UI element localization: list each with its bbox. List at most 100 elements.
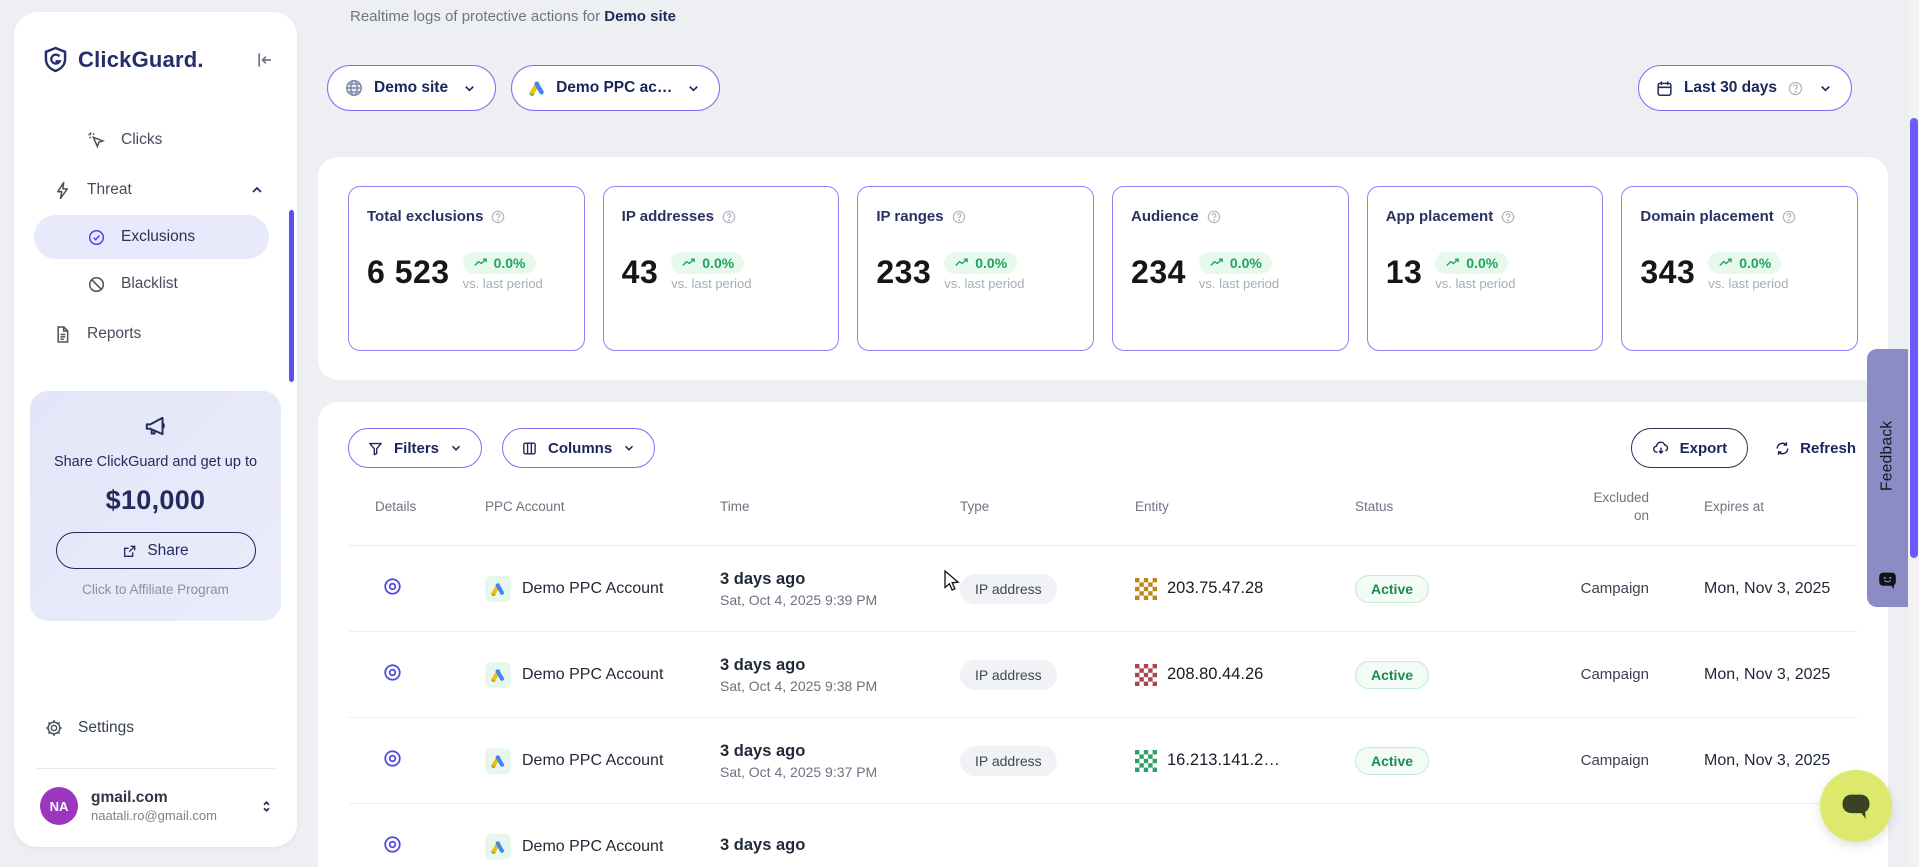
stat-label: IP addresses — [622, 208, 714, 225]
promo-title: Share ClickGuard and get up to — [44, 452, 267, 473]
chevron-down-icon — [449, 441, 463, 455]
sidebar-item-label: Exclusions — [121, 228, 195, 246]
view-details-eye-icon[interactable] — [382, 576, 403, 597]
stat-card-ip-ranges: IP ranges 233 0.0% vs. last period — [857, 186, 1094, 351]
stat-caption: vs. last period — [671, 276, 751, 291]
status-badge: Active — [1355, 747, 1429, 775]
exclusions-log-card: Filters Columns Export Refresh — [318, 402, 1888, 867]
user-meta: gmail.com naatali.ro@gmail.com — [91, 788, 217, 824]
refresh-button[interactable]: Refresh — [1774, 440, 1856, 457]
feedback-chat-icon — [1877, 570, 1898, 591]
page-scrollbar-thumb[interactable] — [1910, 118, 1918, 558]
sidebar-item-clicks[interactable]: Clicks — [14, 115, 297, 165]
columns-dropdown[interactable]: Columns — [502, 428, 655, 468]
type-badge: IP address — [960, 746, 1057, 776]
view-details-eye-icon[interactable] — [382, 748, 403, 769]
excluded-on-cell: Campaign — [1581, 752, 1649, 769]
trend-up-icon — [681, 256, 696, 271]
google-ads-icon — [528, 79, 546, 97]
help-icon[interactable] — [721, 209, 737, 225]
clickguard-shield-logo-icon — [42, 46, 69, 73]
chevron-down-icon — [622, 441, 636, 455]
date-range-bar: Last 30 days — [1638, 65, 1852, 111]
type-badge: IP address — [960, 660, 1057, 690]
affiliate-caption[interactable]: Click to Affiliate Program — [44, 582, 267, 597]
trend-up-icon — [1718, 256, 1733, 271]
stat-caption: vs. last period — [463, 276, 543, 291]
stat-change-badge: 0.0% — [463, 252, 536, 274]
user-name: gmail.com — [91, 788, 217, 807]
funnel-icon — [367, 440, 384, 457]
cloud-download-icon — [1652, 439, 1670, 457]
sidebar-item-settings[interactable]: Settings — [14, 704, 297, 752]
stat-value: 13 — [1386, 254, 1423, 291]
stat-value: 233 — [876, 254, 931, 291]
trend-up-icon — [954, 256, 969, 271]
sidebar-item-threat[interactable]: Threat — [14, 165, 297, 215]
settings-label: Settings — [78, 719, 134, 737]
trend-up-icon — [1445, 256, 1460, 271]
date-range-dropdown[interactable]: Last 30 days — [1638, 65, 1852, 111]
ppc-account-selector-value: Demo PPC ac… — [556, 79, 672, 97]
globe-icon — [344, 78, 364, 98]
chevron-down-icon — [686, 81, 701, 96]
site-selector-dropdown[interactable]: Demo site — [327, 65, 496, 111]
column-header-type: Type — [934, 499, 1109, 514]
promo-amount: $10,000 — [44, 485, 267, 516]
stat-value: 343 — [1640, 254, 1695, 291]
affiliate-promo-card: Share ClickGuard and get up to $10,000 S… — [30, 391, 281, 621]
site-selector-value: Demo site — [374, 79, 448, 97]
stat-change-badge: 0.0% — [1199, 252, 1272, 274]
account-switcher[interactable]: NA gmail.com naatali.ro@gmail.com — [14, 769, 297, 829]
calendar-icon — [1655, 79, 1674, 98]
stat-change-badge: 0.0% — [671, 252, 744, 274]
table-row: Demo PPC Account 3 days ago Sat, Oct 4, … — [349, 632, 1857, 718]
selector-bar: Demo site Demo PPC ac… — [327, 65, 720, 111]
sidebar-item-label: Reports — [87, 325, 141, 343]
app-window: ClickGuard. Clicks Threat — [0, 0, 1919, 867]
external-link-icon — [122, 543, 138, 559]
feedback-tab[interactable]: Feedback — [1867, 349, 1908, 607]
ppc-account-selector-dropdown[interactable]: Demo PPC ac… — [511, 65, 720, 111]
table-row: Demo PPC Account 3 days ago Sat, Oct 4, … — [349, 718, 1857, 804]
export-button[interactable]: Export — [1631, 428, 1749, 468]
export-label: Export — [1680, 440, 1728, 457]
expires-at-cell: Mon, Nov 3, 2025 — [1704, 580, 1830, 597]
sidebar-collapse-icon[interactable] — [255, 50, 275, 70]
column-header-excluded-on: Excluded on — [1559, 489, 1704, 524]
view-details-eye-icon[interactable] — [382, 834, 403, 855]
sidebar-item-exclusions[interactable]: Exclusions — [34, 215, 269, 259]
chevron-up-down-icon — [258, 798, 275, 815]
lightning-icon — [53, 181, 72, 200]
help-icon[interactable] — [490, 209, 506, 225]
trend-up-icon — [1209, 256, 1224, 271]
time-cell: 3 days ago Sat, Oct 4, 2025 9:39 PM — [694, 570, 934, 608]
trend-up-icon — [473, 256, 488, 271]
sidebar-item-reports[interactable]: Reports — [14, 309, 297, 359]
help-icon[interactable] — [1206, 209, 1222, 225]
sidebar: ClickGuard. Clicks Threat — [14, 12, 297, 847]
date-range-value: Last 30 days — [1684, 79, 1777, 97]
status-badge: Active — [1355, 661, 1429, 689]
identicon — [1135, 664, 1157, 686]
table-header-row: Details PPC Account Time Type Entity Sta… — [349, 468, 1857, 546]
share-button[interactable]: Share — [56, 532, 256, 569]
chat-launcher-button[interactable] — [1820, 770, 1892, 842]
exclusions-table: Details PPC Account Time Type Entity Sta… — [318, 468, 1888, 867]
share-button-label: Share — [147, 542, 188, 560]
help-icon[interactable] — [951, 209, 967, 225]
help-icon[interactable] — [1500, 209, 1516, 225]
column-header-status: Status — [1329, 499, 1559, 514]
sidebar-item-blacklist[interactable]: Blacklist — [14, 259, 297, 309]
view-details-eye-icon[interactable] — [382, 662, 403, 683]
identicon — [1135, 578, 1157, 600]
filters-dropdown[interactable]: Filters — [348, 428, 482, 468]
stat-card-domain-placement: Domain placement 343 0.0% vs. last perio… — [1621, 186, 1858, 351]
stat-caption: vs. last period — [1435, 276, 1515, 291]
help-icon[interactable] — [1781, 209, 1797, 225]
stat-caption: vs. last period — [944, 276, 1024, 291]
sidebar-scroll-indicator[interactable] — [289, 210, 294, 382]
table-row: Demo PPC Account 3 days ago — [349, 804, 1857, 867]
stat-label: App placement — [1386, 208, 1494, 225]
stat-label: Total exclusions — [367, 208, 483, 225]
